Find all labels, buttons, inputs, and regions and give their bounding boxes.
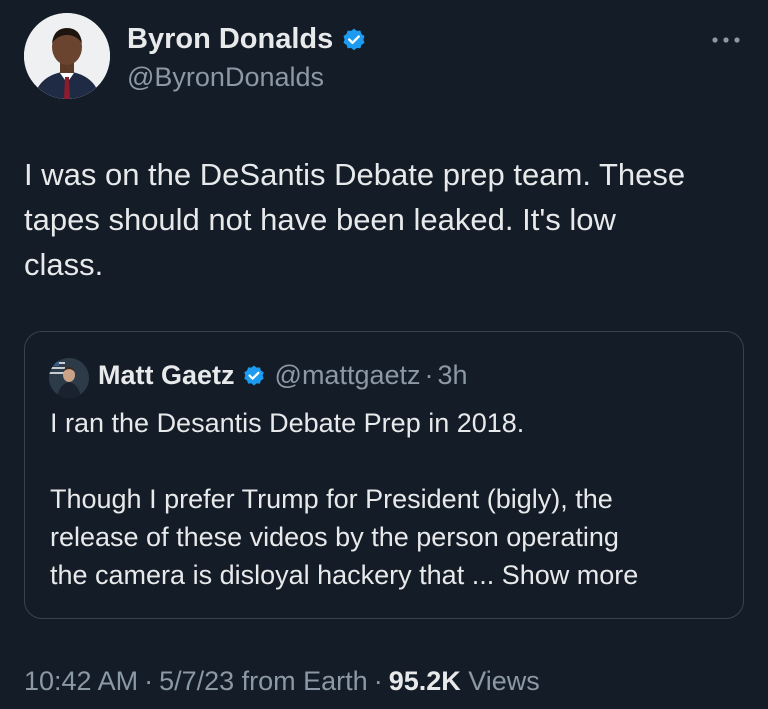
quote-text-line: Though I prefer Trump for President (big… (50, 484, 613, 514)
tweet-text-line: tapes should not have been leaked. It's … (24, 202, 616, 237)
quote-author-handle[interactable]: @mattgaetz (275, 360, 421, 391)
separator-dot: · (424, 360, 434, 390)
quote-author-name[interactable]: Matt Gaetz (98, 360, 235, 391)
quote-text-line: release of these videos by the person op… (50, 522, 619, 552)
author-name-text: Byron Donalds (127, 23, 334, 55)
tweet-text-line: I was on the DeSantis Debate prep team. … (24, 157, 686, 192)
author-avatar[interactable] (24, 13, 110, 99)
tweet-detail: Byron Donalds @ByronDonalds I was on the… (0, 0, 768, 709)
quote-timestamp[interactable]: 3h (438, 360, 468, 391)
verified-badge-icon (242, 364, 266, 388)
profile-photo-icon (24, 13, 110, 99)
profile-photo-icon (49, 358, 89, 398)
views-label: Views (468, 666, 540, 696)
separator-dot: · (373, 666, 383, 696)
quote-tweet-card[interactable]: Matt Gaetz @mattgaetz · 3h I ran the Des… (24, 331, 744, 619)
tweet-meta: 10:42 AM · 5/7/23 from Earth · 95.2K Views (24, 666, 540, 697)
author-handle[interactable]: @ByronDonalds (127, 62, 324, 93)
tweet-text: I was on the DeSantis Debate prep team. … (24, 152, 744, 287)
author-name[interactable]: Byron Donalds (127, 23, 367, 56)
tweet-time[interactable]: 10:42 AM (24, 666, 138, 696)
show-more-link[interactable]: Show more (502, 560, 639, 590)
quote-author-avatar[interactable] (49, 358, 89, 398)
views-count[interactable]: 95.2K (389, 666, 461, 696)
quote-text: I ran the Desantis Debate Prep in 2018. … (50, 404, 740, 594)
verified-badge-icon (343, 28, 365, 50)
quote-text-line-last: the camera is disloyal hackery that ... … (50, 556, 740, 594)
quote-text-truncated: the camera is disloyal hackery that ... (50, 560, 495, 590)
quote-text-line: I ran the Desantis Debate Prep in 2018. (50, 408, 525, 438)
quote-header: Matt Gaetz @mattgaetz · 3h (98, 360, 468, 391)
more-horizontal-icon[interactable] (710, 32, 742, 43)
tweet-text-line: class. (24, 247, 104, 282)
separator-dot: · (144, 666, 154, 696)
tweet-date-source[interactable]: 5/7/23 from Earth (159, 666, 368, 696)
